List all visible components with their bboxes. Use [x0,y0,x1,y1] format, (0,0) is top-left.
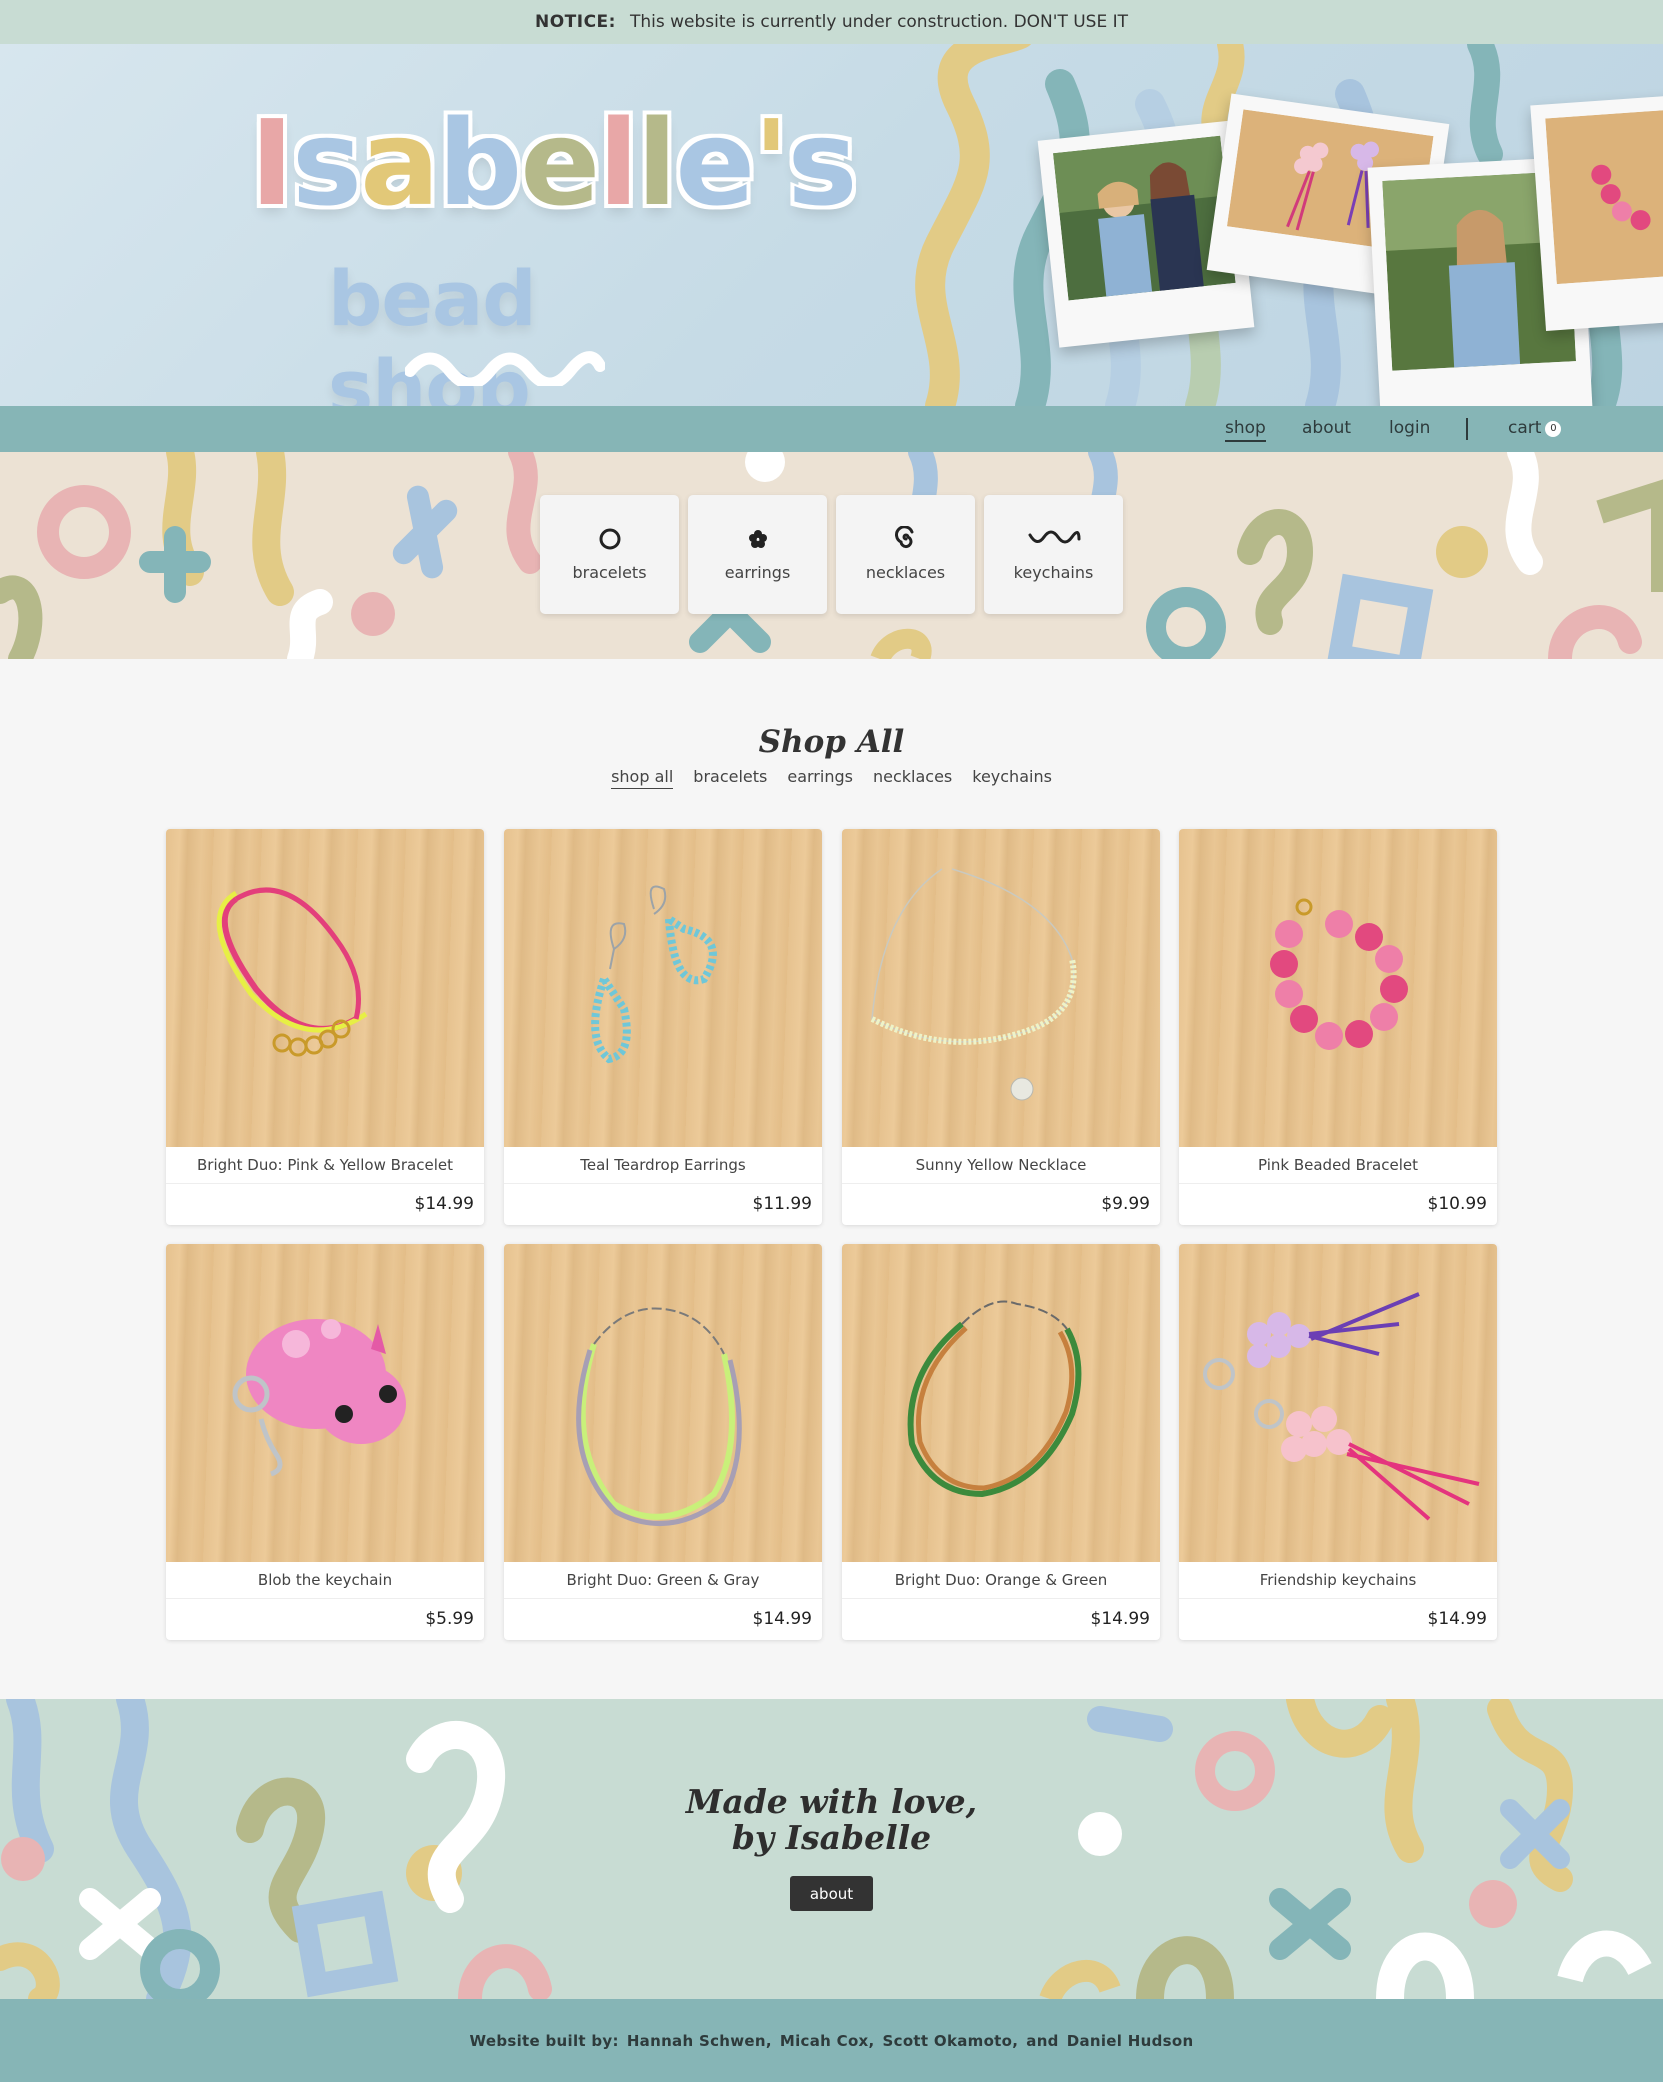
hero-banner: Isabelle's bead shop [0,44,1663,406]
product-name: Pink Beaded Bracelet [1179,1147,1497,1184]
product-price: $9.99 [1101,1194,1150,1214]
product-image [842,1244,1160,1562]
product-price: $11.99 [752,1194,812,1214]
footer-credit-name: Hannah Schwen, [626,2031,772,2050]
love-line-2: by Isabelle [731,1818,932,1857]
wave-icon [1027,525,1081,553]
logo-letter: e [520,94,600,232]
logo-title: Isabelle's [250,104,858,222]
footer-credit-name: Scott Okamoto, [882,2031,1019,2050]
nav-about[interactable]: about [1302,418,1351,438]
logo-letter: ' [753,94,789,232]
product-name: Bright Duo: Pink & Yellow Bracelet [166,1147,484,1184]
product-image [504,829,822,1147]
product-card[interactable]: Bright Duo: Green & Gray $14.99 [504,1244,822,1640]
category-card-necklaces[interactable]: necklaces [836,495,975,614]
nav-login[interactable]: login [1389,418,1430,438]
footer-credit-name: Daniel Hudson [1066,2031,1194,2050]
product-price: $5.99 [425,1609,474,1629]
product-price: $10.99 [1427,1194,1487,1214]
made-with-love-section: Made with love, by Isabelle about [0,1699,1663,1999]
logo-letter: b [437,94,522,232]
shop-filter-tabs: shop all bracelets earrings necklaces ke… [0,767,1663,789]
category-label: bracelets [572,563,647,582]
product-card[interactable]: Friendship keychains $14.99 [1179,1244,1497,1640]
product-image [842,829,1160,1147]
product-name: Bright Duo: Green & Gray [504,1562,822,1599]
product-card[interactable]: Sunny Yellow Necklace $9.99 [842,829,1160,1225]
product-image [1179,1244,1497,1562]
category-label: necklaces [865,563,946,582]
product-price: $14.99 [414,1194,474,1214]
product-name: Blob the keychain [166,1562,484,1599]
filter-earrings[interactable]: earrings [787,767,853,789]
category-label: earrings [724,563,791,582]
product-image [166,829,484,1147]
product-price: $14.99 [1427,1609,1487,1629]
product-image [1179,829,1497,1147]
nav-shop[interactable]: shop [1225,418,1266,442]
product-name: Friendship keychains [1179,1562,1497,1599]
logo-letter: l [598,94,638,232]
notice-text: This website is currently under construc… [629,12,1129,32]
filter-keychains[interactable]: keychains [972,767,1052,789]
product-price: $14.99 [1090,1609,1150,1629]
made-with-love-heading: Made with love, by Isabelle [0,1784,1663,1856]
hero-photo-pink-bracelet [1530,95,1663,331]
category-label: keychains [1013,563,1094,582]
spiral-icon [893,525,919,553]
footer-credit-name: Micah Cox, [779,2031,875,2050]
category-card-keychains[interactable]: keychains [984,495,1123,614]
logo-letter: I [250,94,294,232]
circle-icon [598,525,622,553]
product-name: Bright Duo: Orange & Green [842,1562,1160,1599]
product-card[interactable]: Pink Beaded Bracelet $10.99 [1179,829,1497,1225]
nav-cart[interactable]: cart 0 [1508,418,1562,438]
filter-necklaces[interactable]: necklaces [873,767,952,789]
product-card[interactable]: Bright Duo: Pink & Yellow Bracelet $14.9… [166,829,484,1225]
category-band: bracelets earrings necklaces keychains [0,452,1663,659]
product-image [166,1244,484,1562]
logo-letter: a [360,94,440,232]
filter-shop-all[interactable]: shop all [611,767,674,789]
site-footer: Website built by: Hannah Schwen, Micah C… [0,1999,1663,2082]
cart-count-badge: 0 [1545,420,1562,437]
notice-bar: NOTICE: This website is currently under … [0,0,1663,44]
love-line-1: Made with love, [685,1782,978,1821]
product-image [504,1244,822,1562]
product-name: Teal Teardrop Earrings [504,1147,822,1184]
about-button[interactable]: about [790,1876,873,1911]
shop-logo[interactable]: Isabelle's bead shop [250,104,858,406]
product-card[interactable]: Bright Duo: Orange & Green $14.99 [842,1244,1160,1640]
category-band-decorations [0,452,1663,659]
logo-wave-decoration [405,351,605,386]
flower-icon [748,525,768,553]
cart-label: cart [1508,418,1542,438]
category-card-earrings[interactable]: earrings [688,495,827,614]
footer-credit-and: and [1026,2031,1059,2050]
product-price: $14.99 [752,1609,812,1629]
notice-label: NOTICE: [534,12,616,32]
logo-letter: s [291,94,362,232]
logo-letter: e [675,94,755,232]
footer-credit-prefix: Website built by: [469,2031,619,2050]
product-card[interactable]: Blob the keychain $5.99 [166,1244,484,1640]
category-card-bracelets[interactable]: bracelets [540,495,679,614]
logo-letter: s [787,94,857,232]
product-card[interactable]: Teal Teardrop Earrings $11.99 [504,829,822,1225]
shop-section: Shop All shop all bracelets earrings nec… [0,659,1663,1699]
product-name: Sunny Yellow Necklace [842,1147,1160,1184]
nav-divider [1466,418,1468,440]
logo-letter: l [636,94,677,232]
shop-title: Shop All [758,724,905,760]
filter-bracelets[interactable]: bracelets [693,767,767,789]
main-navigation: shop about login cart 0 [0,406,1663,452]
